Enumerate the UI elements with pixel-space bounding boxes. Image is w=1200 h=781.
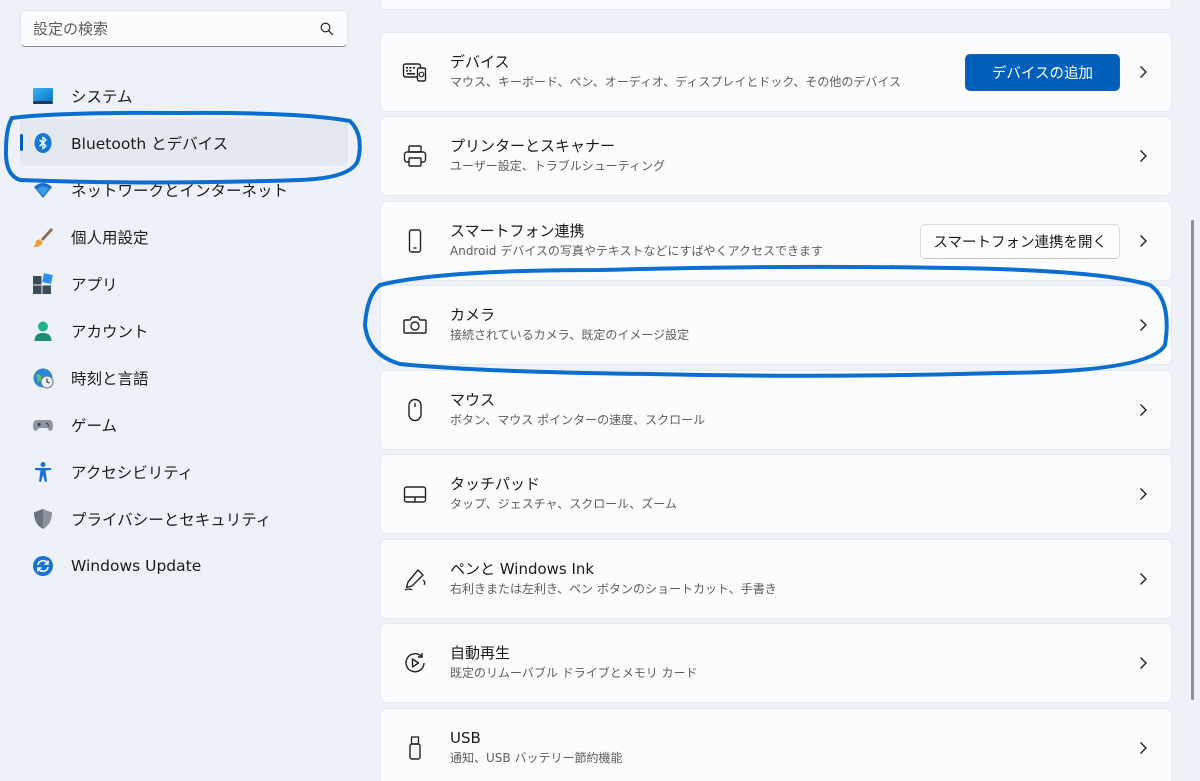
- card-devices[interactable]: デバイス マウス、キーボード、ペン、オーディオ、ディスプレイとドック、その他のデ…: [380, 32, 1172, 112]
- phone-icon: [402, 228, 428, 254]
- windows-update-icon: [32, 555, 54, 577]
- gaming-icon: [32, 414, 54, 436]
- mouse-icon: [402, 397, 428, 423]
- card-touchpad[interactable]: タッチパッド タップ、ジェスチャ、スクロール、ズーム: [380, 454, 1172, 534]
- sidebar-item-accessibility[interactable]: アクセシビリティ: [20, 448, 348, 495]
- network-icon: [32, 179, 54, 201]
- account-icon: [32, 320, 54, 342]
- card-title: ペンと Windows Ink: [450, 560, 595, 578]
- bluetooth-icon: [32, 132, 54, 154]
- card-subtitle: 通知、USB バッテリー節約機能: [450, 751, 623, 765]
- card-subtitle: Android デバイスの写真やテキストなどにすばやくアクセスできます: [450, 244, 824, 258]
- card-subtitle: タップ、ジェスチャ、スクロール、ズーム: [450, 497, 677, 511]
- card-autoplay[interactable]: 自動再生 既定のリムーバブル ドライブとメモリ カード: [380, 623, 1172, 703]
- card-title: プリンターとスキャナー: [450, 137, 616, 155]
- sidebar-item-privacy-security[interactable]: プライバシーとセキュリティ: [20, 495, 348, 542]
- card-title: カメラ: [450, 306, 496, 324]
- sidebar-item-system[interactable]: システム: [20, 72, 348, 119]
- card-subtitle: 右利きまたは左利き、ペン ボタンのショートカット、手書き: [450, 582, 777, 596]
- search-icon[interactable]: [319, 21, 335, 37]
- sidebar-item-label: 時刻と言語: [71, 369, 149, 388]
- sidebar-item-label: Windows Update: [71, 556, 202, 575]
- touchpad-icon: [402, 481, 428, 507]
- vertical-scrollbar[interactable]: [1191, 220, 1194, 700]
- chevron-right-icon: [1140, 150, 1147, 162]
- search-box[interactable]: [20, 10, 348, 47]
- sidebar-item-personalization[interactable]: 個人用設定: [20, 213, 348, 260]
- sidebar-item-bluetooth-devices[interactable]: Bluetooth とデバイス: [20, 119, 348, 166]
- card-subtitle: ユーザー設定、トラブルシューティング: [450, 159, 666, 173]
- sidebar-item-label: Bluetooth とデバイス: [71, 134, 229, 153]
- card-title: マウス: [450, 391, 496, 409]
- sidebar-item-label: アクセシビリティ: [71, 463, 194, 482]
- sidebar-item-label: ゲーム: [71, 416, 118, 435]
- add-device-button[interactable]: デバイスの追加: [964, 53, 1120, 91]
- sidebar-item-time-language[interactable]: 時刻と言語: [20, 354, 348, 401]
- chevron-right-icon: [1140, 319, 1147, 331]
- autoplay-icon: [402, 650, 428, 676]
- card-title: USB: [450, 729, 481, 747]
- sidebar-item-label: プライバシーとセキュリティ: [71, 510, 272, 529]
- search-input[interactable]: [33, 19, 319, 38]
- pen-icon: [402, 566, 428, 592]
- sidebar-item-label: システム: [71, 87, 133, 106]
- card-subtitle: 既定のリムーバブル ドライブとメモリ カード: [450, 666, 698, 680]
- privacy-shield-icon: [32, 508, 54, 530]
- sidebar-item-gaming[interactable]: ゲーム: [20, 401, 348, 448]
- sidebar-item-apps[interactable]: アプリ: [20, 260, 348, 307]
- card-subtitle: 接続されているカメラ、既定のイメージ設定: [450, 328, 690, 342]
- chevron-right-icon: [1140, 742, 1147, 754]
- chevron-right-icon: [1140, 235, 1147, 247]
- sidebar-item-label: アカウント: [71, 322, 149, 341]
- usb-icon: [402, 735, 428, 761]
- system-icon: [32, 85, 54, 107]
- card-phone-link[interactable]: スマートフォン連携 Android デバイスの写真やテキストなどにすばやくアクセ…: [380, 201, 1172, 281]
- printer-icon: [402, 143, 428, 169]
- card-printers-scanners[interactable]: プリンターとスキャナー ユーザー設定、トラブルシューティング: [380, 116, 1172, 196]
- card-mouse[interactable]: マウス ボタン、マウス ポインターの速度、スクロール: [380, 370, 1172, 450]
- previous-card-edge: [380, 0, 1172, 10]
- devices-icon: [402, 59, 428, 85]
- chevron-right-icon: [1140, 657, 1147, 669]
- open-phone-link-button[interactable]: スマートフォン連携を開く: [920, 223, 1120, 259]
- sidebar-item-label: アプリ: [71, 275, 118, 294]
- card-camera[interactable]: カメラ 接続されているカメラ、既定のイメージ設定: [380, 285, 1172, 365]
- chevron-right-icon: [1140, 573, 1147, 585]
- personalization-icon: [32, 226, 54, 248]
- time-language-icon: [32, 367, 54, 389]
- card-subtitle: マウス、キーボード、ペン、オーディオ、ディスプレイとドック、その他のデバイス: [450, 75, 901, 89]
- sidebar-nav: システム Bluetooth とデバイス ネットワークとインターネット 個人用設…: [20, 72, 348, 589]
- card-title: デバイス: [450, 53, 510, 71]
- camera-icon: [402, 312, 428, 338]
- card-title: タッチパッド: [450, 475, 541, 493]
- accessibility-icon: [32, 461, 54, 483]
- card-title: スマートフォン連携: [450, 222, 585, 240]
- chevron-right-icon: [1140, 66, 1147, 78]
- chevron-right-icon: [1140, 404, 1147, 416]
- card-pen-windows-ink[interactable]: ペンと Windows Ink 右利きまたは左利き、ペン ボタンのショートカット…: [380, 539, 1172, 619]
- sidebar-item-label: ネットワークとインターネット: [71, 181, 289, 200]
- card-usb[interactable]: USB 通知、USB バッテリー節約機能: [380, 708, 1172, 781]
- chevron-right-icon: [1140, 488, 1147, 500]
- sidebar-item-label: 個人用設定: [71, 228, 149, 247]
- card-title: 自動再生: [450, 644, 511, 662]
- selection-indicator: [20, 134, 23, 151]
- apps-icon: [32, 272, 54, 295]
- sidebar-item-network[interactable]: ネットワークとインターネット: [20, 166, 348, 213]
- sidebar-item-windows-update[interactable]: Windows Update: [20, 542, 348, 589]
- card-subtitle: ボタン、マウス ポインターの速度、スクロール: [450, 413, 706, 427]
- sidebar-item-accounts[interactable]: アカウント: [20, 307, 348, 354]
